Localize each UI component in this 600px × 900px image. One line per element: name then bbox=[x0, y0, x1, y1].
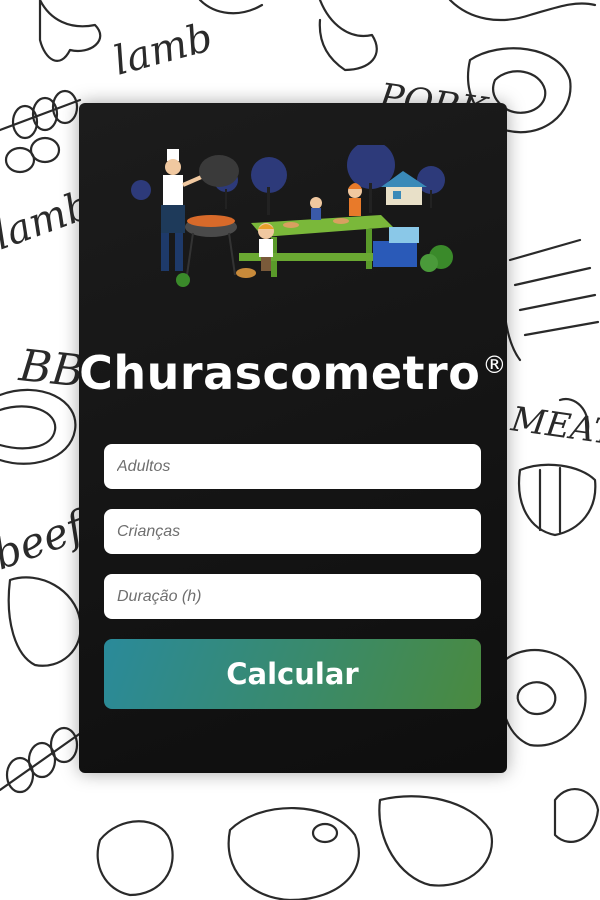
duration-input[interactable] bbox=[104, 574, 481, 619]
calculate-button[interactable]: Calcular bbox=[104, 639, 481, 709]
svg-text:lamb: lamb bbox=[109, 14, 218, 84]
svg-text:MEAT: MEAT bbox=[508, 399, 600, 454]
app-title-text: Churascometro bbox=[79, 346, 481, 400]
app-title: Churascometro® bbox=[79, 346, 507, 400]
children-input[interactable] bbox=[104, 509, 481, 554]
trademark-symbol: ® bbox=[482, 351, 507, 379]
calculator-card: Churascometro® Calcular bbox=[79, 103, 507, 773]
barbecue-illustration bbox=[131, 145, 453, 287]
adults-input[interactable] bbox=[104, 444, 481, 489]
